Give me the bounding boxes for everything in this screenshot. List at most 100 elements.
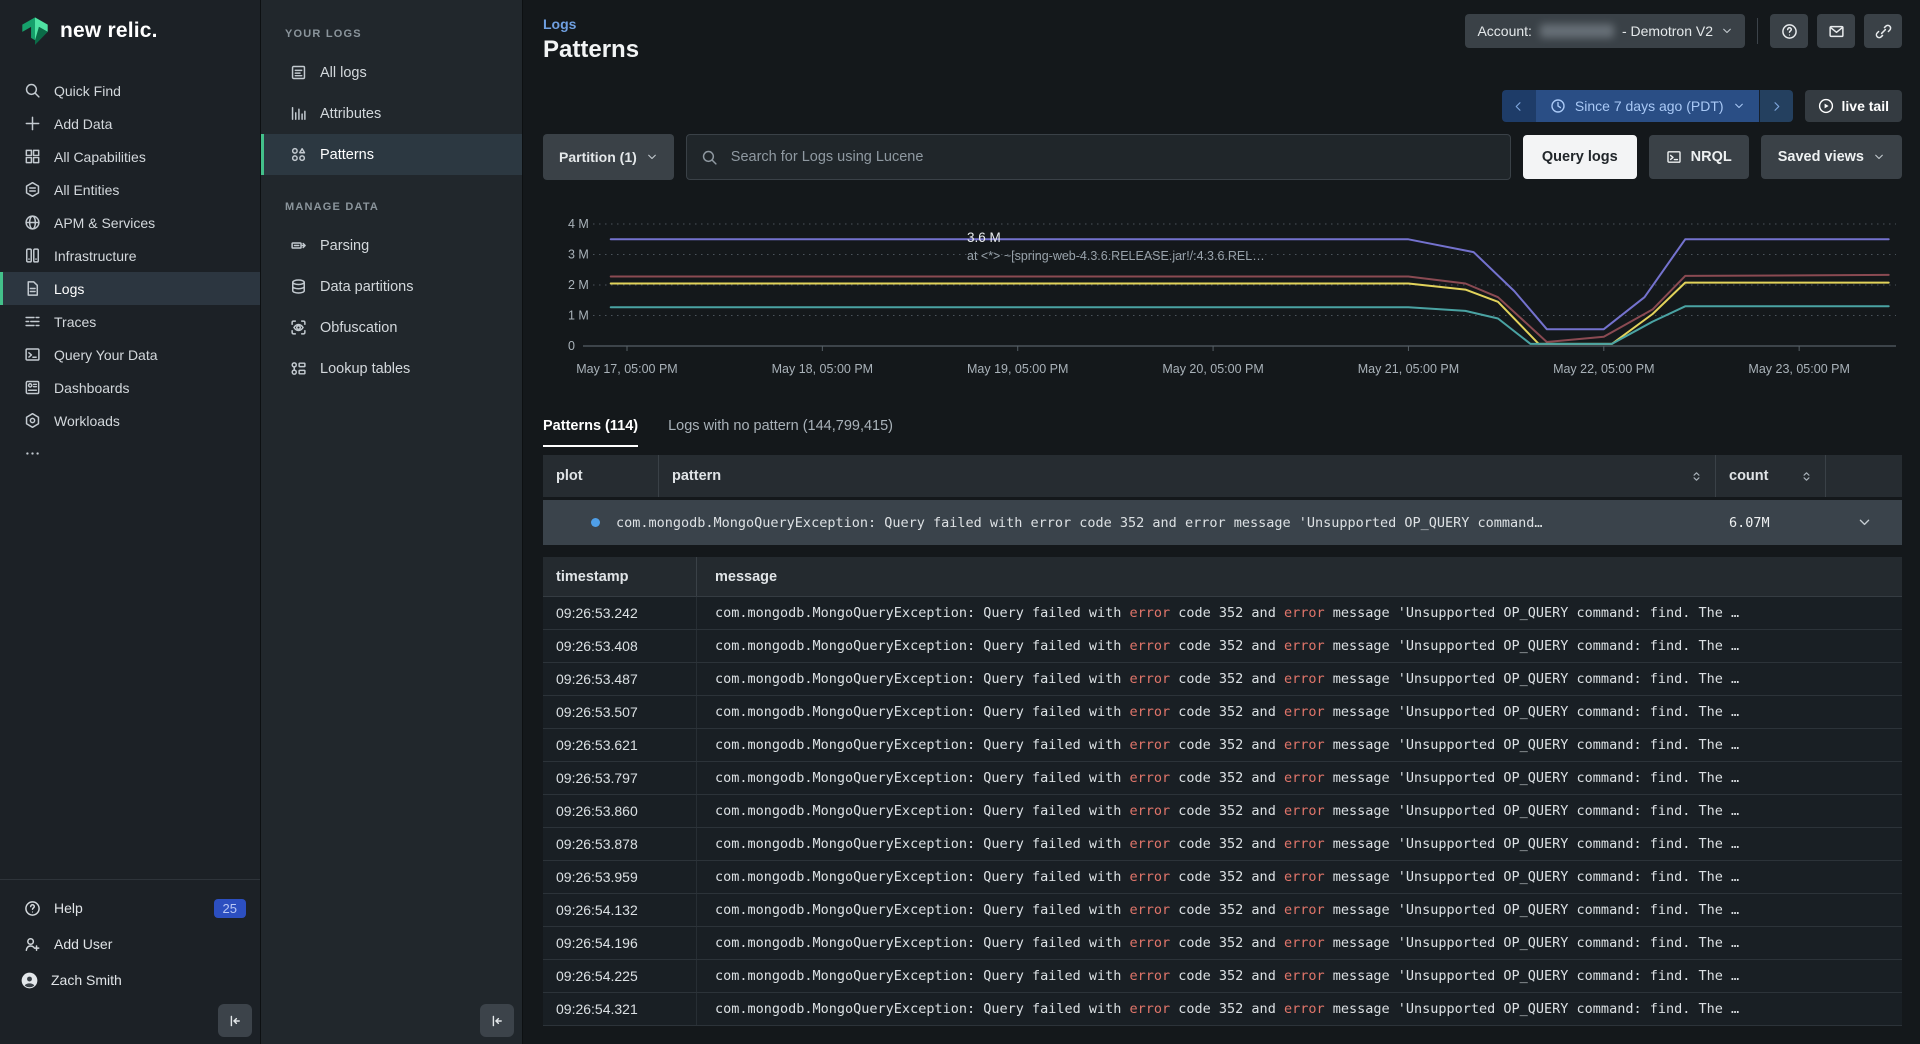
time-range-picker[interactable]: Since 7 days ago (PDT) — [1536, 90, 1759, 122]
globe-icon — [24, 214, 41, 231]
logs-sidebar-collapse-button[interactable] — [480, 1004, 514, 1037]
account-switcher[interactable]: Account: - Demotron V2 — [1465, 14, 1745, 48]
highlighted-term: error — [1130, 737, 1171, 753]
tab-patterns-114[interactable]: Patterns (114) — [543, 418, 638, 447]
data-partitions-icon — [290, 278, 307, 295]
log-table-header: timestamp message — [543, 557, 1902, 597]
logs-nav-item-patterns[interactable]: Patterns — [261, 134, 522, 175]
log-row[interactable]: 09:26:53.621com.mongodb.MongoQueryExcept… — [543, 729, 1902, 762]
sidebar-item-traces[interactable]: Traces — [0, 305, 260, 338]
log-search-box — [686, 134, 1511, 180]
svg-text:0: 0 — [568, 339, 575, 353]
partition-dropdown[interactable]: Partition (1) — [543, 134, 674, 180]
sidebar-collapse-button[interactable] — [218, 1004, 252, 1037]
highlighted-term: error — [1130, 1001, 1171, 1017]
collapse-icon — [227, 1013, 243, 1029]
terminal-icon — [24, 346, 41, 363]
log-row[interactable]: 09:26:53.959com.mongodb.MongoQueryExcept… — [543, 861, 1902, 894]
log-row[interactable]: 09:26:53.487com.mongodb.MongoQueryExcept… — [543, 663, 1902, 696]
sidebar-footer: Help 25 Add User Zach Smith — [0, 879, 260, 1044]
header-controls: Account: - Demotron V2 — [1465, 14, 1902, 48]
log-row[interactable]: 09:26:53.507com.mongodb.MongoQueryExcept… — [543, 696, 1902, 729]
sort-icon[interactable] — [1800, 470, 1813, 483]
logs-nav-item-data-partitions[interactable]: Data partitions — [261, 266, 522, 307]
column-header-count[interactable]: count — [1716, 455, 1826, 497]
log-row[interactable]: 09:26:53.797com.mongodb.MongoQueryExcept… — [543, 762, 1902, 795]
logs-nav-item-attributes[interactable]: Attributes — [261, 93, 522, 134]
sidebar-item-label: Workloads — [54, 413, 120, 429]
log-row[interactable]: 09:26:53.408com.mongodb.MongoQueryExcept… — [543, 630, 1902, 663]
sidebar-item-workloads[interactable]: Workloads — [0, 404, 260, 437]
log-row[interactable]: 09:26:54.225com.mongodb.MongoQueryExcept… — [543, 960, 1902, 993]
sidebar-item-dashboards[interactable]: Dashboards — [0, 371, 260, 404]
sidebar-item-query-your-data[interactable]: Query Your Data — [0, 338, 260, 371]
sidebar-item-quick-find[interactable]: Quick Find — [0, 74, 260, 107]
user-name: Zach Smith — [51, 972, 122, 988]
logs-sidebar: YOUR LOGSAll logsAttributesPatternsMANAG… — [261, 0, 523, 1044]
chevron-left-icon — [1512, 100, 1525, 113]
plus-icon — [24, 115, 41, 132]
query-logs-button[interactable]: Query logs — [1523, 135, 1637, 179]
logs-nav-item-lookup-tables[interactable]: Lookup tables — [261, 348, 522, 389]
user-item[interactable]: Zach Smith — [0, 962, 260, 998]
collapse-pattern-button[interactable] — [1826, 515, 1902, 530]
sidebar-item-label: Logs — [54, 281, 84, 297]
nrql-button[interactable]: NRQL — [1649, 135, 1749, 179]
lookup-tables-icon — [290, 360, 307, 377]
time-forward-button[interactable] — [1759, 90, 1793, 122]
main-sidebar: new relic. Quick FindAdd DataAll Capabil… — [0, 0, 261, 1044]
logs-nav-item-parsing[interactable]: Parsing — [261, 225, 522, 266]
log-row[interactable]: 09:26:53.242com.mongodb.MongoQueryExcept… — [543, 597, 1902, 630]
column-header-timestamp: timestamp — [543, 557, 697, 596]
chevron-down-icon — [1873, 151, 1885, 163]
account-value: - Demotron V2 — [1622, 23, 1713, 39]
help-button[interactable] — [1770, 14, 1808, 48]
time-back-button[interactable] — [1502, 90, 1536, 122]
sidebar-item-label: Query Your Data — [54, 347, 158, 363]
breadcrumb[interactable]: Logs — [543, 16, 576, 32]
log-message: com.mongodb.MongoQueryException: Query f… — [697, 770, 1902, 786]
mail-icon — [1828, 23, 1845, 40]
sidebar-item-add-data[interactable]: Add Data — [0, 107, 260, 140]
log-message: com.mongodb.MongoQueryException: Query f… — [697, 1001, 1902, 1017]
live-tail-label: live tail — [1842, 98, 1889, 114]
sort-icon[interactable] — [1690, 470, 1703, 483]
logs-nav-item-obfuscation[interactable]: Obfuscation — [261, 307, 522, 348]
search-input[interactable] — [729, 148, 1496, 166]
live-tail-button[interactable]: live tail — [1805, 90, 1902, 122]
column-header-pattern[interactable]: pattern — [659, 455, 1716, 497]
brand-row: new relic. — [0, 0, 260, 50]
log-timestamp: 09:26:53.408 — [543, 630, 697, 662]
messages-button[interactable] — [1817, 14, 1855, 48]
sidebar-item-apm-services[interactable]: APM & Services — [0, 206, 260, 239]
help-item[interactable]: Help 25 — [0, 890, 260, 926]
sidebar-item-label: Infrastructure — [54, 248, 136, 264]
sidebar-item-more[interactable] — [0, 437, 260, 470]
log-row[interactable]: 09:26:53.878com.mongodb.MongoQueryExcept… — [543, 828, 1902, 861]
sidebar-item-all-entities[interactable]: All Entities — [0, 173, 260, 206]
tab-logs-with-no-pattern-144-799-415[interactable]: Logs with no pattern (144,799,415) — [668, 418, 893, 447]
log-row[interactable]: 09:26:54.132com.mongodb.MongoQueryExcept… — [543, 894, 1902, 927]
attributes-icon — [290, 105, 307, 122]
log-row[interactable]: 09:26:53.860com.mongodb.MongoQueryExcept… — [543, 795, 1902, 828]
main-nav: Quick FindAdd DataAll CapabilitiesAll En… — [0, 74, 260, 470]
logs-nav-item-label: Patterns — [320, 147, 374, 163]
query-logs-label: Query logs — [1542, 149, 1618, 165]
logs-nav: YOUR LOGSAll logsAttributesPatternsMANAG… — [261, 28, 522, 389]
log-row[interactable]: 09:26:54.196com.mongodb.MongoQueryExcept… — [543, 927, 1902, 960]
sidebar-item-all-capabilities[interactable]: All Capabilities — [0, 140, 260, 173]
logs-nav-item-all-logs[interactable]: All logs — [261, 52, 522, 93]
sidebar-item-infrastructure[interactable]: Infrastructure — [0, 239, 260, 272]
log-row[interactable]: 09:26:54.321com.mongodb.MongoQueryExcept… — [543, 993, 1902, 1026]
share-link-button[interactable] — [1864, 14, 1902, 48]
account-id-redacted — [1540, 24, 1614, 38]
saved-views-dropdown[interactable]: Saved views — [1761, 135, 1902, 179]
logs-nav-item-label: Data partitions — [320, 279, 414, 295]
pattern-tabs: Patterns (114) Logs with no pattern (144,… — [543, 418, 893, 447]
parsing-icon — [290, 237, 307, 254]
log-rows: 09:26:53.242com.mongodb.MongoQueryExcept… — [543, 597, 1902, 1026]
add-user-item[interactable]: Add User — [0, 926, 260, 962]
logs-nav-item-label: Obfuscation — [320, 320, 397, 336]
sidebar-item-logs[interactable]: Logs — [0, 272, 260, 305]
pattern-row[interactable]: com.mongodb.MongoQueryException: Query f… — [543, 500, 1902, 545]
